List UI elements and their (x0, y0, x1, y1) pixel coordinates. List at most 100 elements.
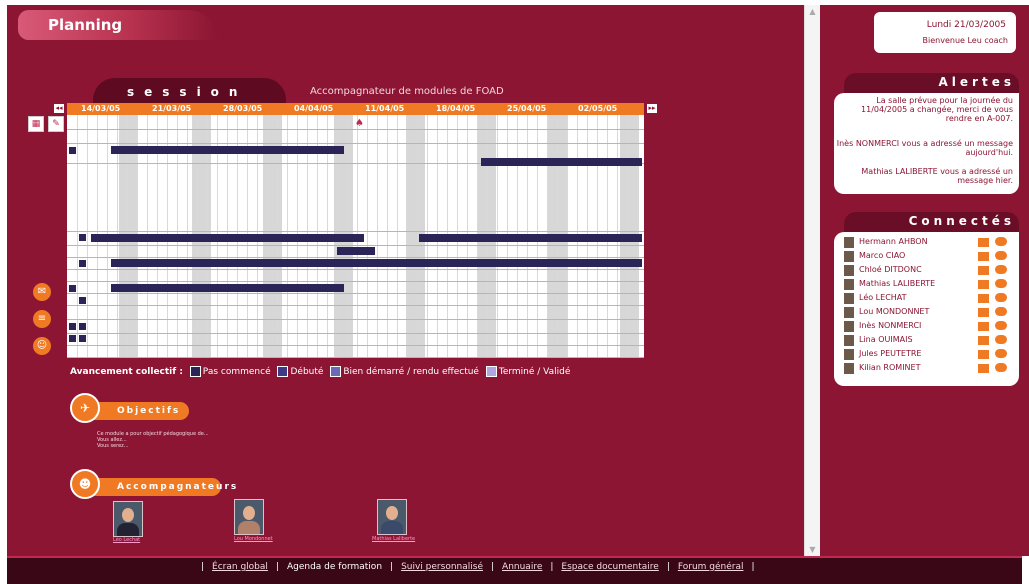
person-link[interactable]: Mathias Laliberte (372, 536, 415, 542)
alert-message[interactable]: La salle prévue pour la journée du 11/04… (833, 96, 1013, 123)
gantt-task-marker[interactable] (69, 335, 76, 342)
chat-bubble-icon[interactable] (995, 237, 1007, 246)
person-link[interactable]: Lou Mondonnet (234, 536, 273, 542)
accompagnateurs-title: Accompagnateurs (117, 482, 239, 492)
next-week-button[interactable]: ▸▸ (647, 104, 657, 113)
connected-user[interactable]: Marco CIAO (843, 250, 1019, 263)
planning-tab: Planning (18, 10, 218, 40)
connected-user[interactable]: Hermann AHBON (843, 236, 1019, 249)
gantt-task-bar[interactable] (111, 146, 344, 154)
gantt-task-bar[interactable] (111, 259, 642, 267)
gantt-task-marker[interactable] (79, 335, 86, 342)
gantt-task-marker[interactable] (79, 234, 86, 241)
alertes-title: Alertes (938, 75, 1015, 89)
mail-icon[interactable] (977, 307, 990, 318)
chat-bubble-icon[interactable] (995, 265, 1007, 274)
mail-icon[interactable] (977, 293, 990, 304)
chat-bubble-icon[interactable] (995, 321, 1007, 330)
mail-icon[interactable] (977, 335, 990, 346)
list-icon[interactable]: ≡ (33, 310, 51, 328)
task-icon[interactable]: ✉ (33, 283, 51, 301)
session-header: session (93, 78, 286, 104)
gantt-task-marker[interactable] (79, 297, 86, 304)
mail-icon[interactable] (977, 237, 990, 248)
connected-user[interactable]: Inès NONMERCI (843, 320, 1019, 333)
nav-link-annuaire[interactable]: Annuaire (502, 562, 542, 572)
gantt-task-marker[interactable] (79, 323, 86, 330)
mail-icon[interactable] (977, 251, 990, 262)
mail-icon[interactable] (977, 349, 990, 360)
legend-swatch (277, 366, 289, 377)
user-name: Lou MONDONNET (859, 307, 930, 316)
chat-bubble-icon[interactable] (995, 349, 1007, 358)
nav-link-forum[interactable]: Forum général (678, 562, 744, 572)
chat-bubble-icon[interactable] (995, 363, 1007, 372)
session-label: session (127, 85, 248, 99)
scrollbar[interactable]: ▲ ▼ (804, 5, 821, 556)
connectes-title: Connectés (908, 214, 1015, 228)
gantt-task-bar[interactable] (337, 247, 375, 255)
gantt-task-bar[interactable] (481, 158, 642, 166)
user-name: Léo LECHAT (859, 293, 907, 302)
gantt-task-marker[interactable] (79, 260, 86, 267)
avatar (844, 237, 854, 248)
avatar[interactable] (377, 499, 407, 535)
date-label: 04/04/05 (294, 104, 334, 113)
nav-link-agenda[interactable]: Agenda de formation (287, 562, 382, 572)
scroll-up-icon[interactable]: ▲ (808, 7, 817, 16)
connected-user[interactable]: Jules PEUTETRE (843, 348, 1019, 361)
alert-message[interactable]: Mathias LALIBERTE vous a adressé un mess… (833, 167, 1013, 185)
date-label: 21/03/05 (152, 104, 192, 113)
connected-user[interactable]: Chloé DITDONC (843, 264, 1019, 277)
date-welcome-box: Lundi 21/03/2005 Bienvenue Leu coach (874, 12, 1016, 53)
date-label: 18/04/05 (436, 104, 476, 113)
connected-user[interactable]: Léo LECHAT (843, 292, 1019, 305)
gantt-task-bar[interactable] (111, 284, 344, 292)
today-marker-icon: ♠ (355, 118, 364, 129)
chat-bubble-icon[interactable] (995, 335, 1007, 344)
nav-link-ecran-global[interactable]: Écran global (212, 562, 268, 572)
chat-icon[interactable]: ☺ (33, 337, 51, 355)
avatar (844, 307, 854, 318)
nav-link-espace-documentaire[interactable]: Espace documentaire (561, 562, 658, 572)
avatar (844, 265, 854, 276)
legend-item: Pas commencé (202, 367, 271, 377)
gantt-task-bar[interactable] (419, 234, 642, 242)
date-label: 14/03/05 (81, 104, 121, 113)
chat-bubble-icon[interactable] (995, 293, 1007, 302)
nav-link-suivi[interactable]: Suivi personnalisé (401, 562, 483, 572)
calendar-icon[interactable]: ▦ (28, 116, 44, 132)
avatar (844, 279, 854, 290)
gantt-task-bar[interactable] (91, 234, 364, 242)
gantt-task-marker[interactable] (69, 147, 76, 154)
connected-user[interactable]: Lou MONDONNET (843, 306, 1019, 319)
person-link[interactable]: Léo Lechat (113, 537, 140, 543)
alert-message[interactable]: Inès NONMERCI vous a adressé un message … (833, 139, 1013, 157)
user-name: Marco CIAO (859, 251, 906, 260)
page-title: Planning (48, 16, 123, 34)
date-bar: 14/03/05 21/03/05 28/03/05 04/04/05 11/0… (67, 103, 644, 115)
connectes-header: Connectés (844, 212, 1019, 232)
prev-week-button[interactable]: ◂◂ (54, 104, 64, 113)
legend-swatch (485, 366, 497, 377)
avatar[interactable] (234, 499, 264, 535)
current-date: Lundi 21/03/2005 (926, 20, 1006, 30)
connected-user[interactable]: Kilian ROMINET (843, 362, 1019, 375)
mail-icon[interactable] (977, 265, 990, 276)
edit-icon[interactable]: ✎ (48, 116, 64, 132)
gantt-task-marker[interactable] (69, 285, 76, 292)
gantt-task-marker[interactable] (69, 323, 76, 330)
avatar[interactable] (113, 501, 143, 537)
welcome-text: Bienvenue Leu coach (922, 36, 1008, 45)
mail-icon[interactable] (977, 321, 990, 332)
connected-user[interactable]: Lina OUIMAIS (843, 334, 1019, 347)
chat-bubble-icon[interactable] (995, 307, 1007, 316)
chat-bubble-icon[interactable] (995, 279, 1007, 288)
user-name: Hermann AHBON (859, 237, 928, 246)
chat-bubble-icon[interactable] (995, 251, 1007, 260)
user-name: Kilian ROMINET (859, 363, 921, 372)
scroll-down-icon[interactable]: ▼ (808, 545, 817, 554)
mail-icon[interactable] (977, 363, 990, 374)
mail-icon[interactable] (977, 279, 990, 290)
connected-user[interactable]: Mathias LALIBERTE (843, 278, 1019, 291)
